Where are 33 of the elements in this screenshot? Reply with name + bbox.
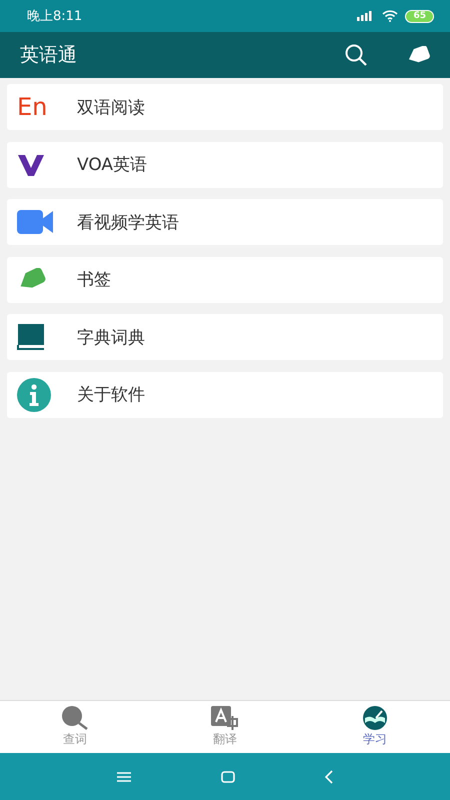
app-title: 英语通	[20, 43, 78, 68]
menu-item[interactable]: 字典词典	[7, 314, 443, 360]
magnifier-icon	[61, 706, 89, 730]
menu-item[interactable]: 关于软件	[7, 372, 443, 418]
v-logo-icon	[17, 152, 45, 176]
home-icon[interactable]	[221, 770, 235, 782]
menu-item[interactable]: En 双语阅读	[7, 84, 443, 130]
book-icon	[17, 324, 45, 350]
menu-label: 看视频学英语	[77, 212, 179, 234]
menu-item[interactable]: 书签	[7, 256, 443, 302]
search-icon[interactable]	[344, 43, 368, 67]
tab-label: 翻译	[213, 731, 237, 748]
video-camera-icon	[17, 210, 53, 234]
menu-label: 书签	[77, 269, 111, 291]
back-icon[interactable]	[325, 770, 333, 784]
info-icon	[17, 378, 51, 412]
open-book-icon	[361, 706, 389, 730]
tag-icon[interactable]	[406, 46, 430, 64]
menu-label: 关于软件	[77, 384, 145, 406]
bottom-tab[interactable]: 学习	[300, 701, 450, 753]
menu-item[interactable]: VOA英语	[7, 142, 443, 188]
en-logo: En	[17, 94, 48, 120]
menu-label: VOA英语	[77, 154, 148, 176]
wifi-icon	[382, 10, 398, 22]
menu-item[interactable]: 看视频学英语	[7, 199, 443, 245]
battery-indicator: 65	[405, 10, 434, 22]
menu-icon[interactable]	[117, 772, 131, 782]
menu-label: 双语阅读	[77, 96, 145, 118]
translate-icon	[211, 706, 239, 730]
status-time: 晚上8:11	[27, 8, 82, 25]
tab-label: 学习	[363, 731, 387, 748]
tab-label: 查词	[63, 731, 87, 748]
menu-label: 字典词典	[77, 326, 145, 348]
